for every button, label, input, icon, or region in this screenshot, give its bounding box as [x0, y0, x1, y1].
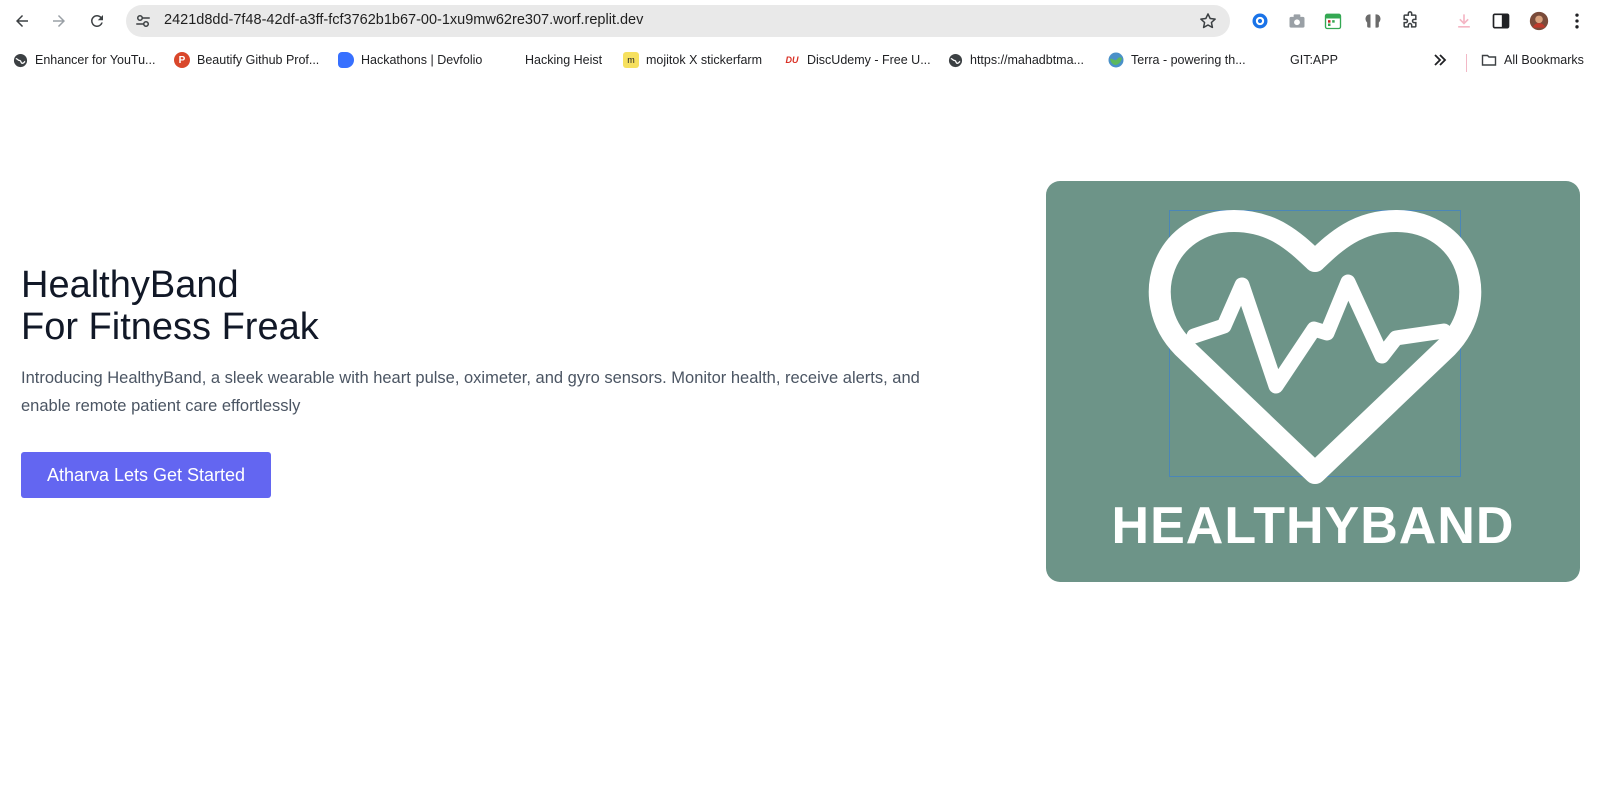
back-button[interactable]: [7, 6, 37, 36]
puzzle-icon[interactable]: [1399, 10, 1421, 32]
circle-dot-icon[interactable]: [1249, 10, 1271, 32]
bookmark-label: Hacking Heist: [525, 53, 603, 67]
chevron-double-right-icon: [1434, 54, 1447, 66]
discudemy-icon: DU: [785, 55, 799, 65]
hero-title-line-2: For Fitness Freak: [21, 306, 319, 348]
bookmarks-bar: Enhancer for YouTu... P Beautify Github …: [0, 42, 1600, 78]
hero-description: Introducing HealthyBand, a sleek wearabl…: [21, 369, 920, 415]
brain-icon[interactable]: [1362, 10, 1384, 32]
globe-icon: [947, 52, 963, 68]
bookmark-label: Hackathons | Devfolio: [361, 53, 483, 67]
bookmark-item[interactable]: Hackathons | Devfolio: [338, 49, 482, 71]
reload-icon: [91, 15, 103, 27]
p-logo-icon: P: [174, 52, 190, 68]
star-icon[interactable]: [1198, 11, 1218, 31]
arrow-left-icon: [16, 15, 28, 27]
bookmark-label: Enhancer for YouTu...: [35, 53, 156, 67]
folder-icon: [1481, 52, 1497, 68]
bookmarks-divider: [1466, 54, 1467, 72]
devfolio-icon: [338, 52, 354, 68]
reload-button[interactable]: [82, 6, 112, 36]
bookmark-label: mojitok X stickerfarm: [646, 53, 762, 67]
kebab-menu-icon[interactable]: [1566, 10, 1588, 32]
bookmark-item[interactable]: GIT:APP: [1290, 49, 1338, 71]
bookmark-item[interactable]: P Beautify Github Prof...: [174, 49, 319, 71]
bookmark-label: Terra - powering th...: [1131, 53, 1246, 67]
bookmark-item[interactable]: Enhancer for YouTu...: [12, 49, 155, 71]
bookmark-label: GIT:APP: [1290, 53, 1338, 67]
bookmark-item[interactable]: Hacking Heist: [525, 49, 602, 71]
terra-icon: [1108, 52, 1124, 68]
hero-title-line-1: HealthyBand: [21, 264, 239, 306]
bookmark-item[interactable]: DU DiscUdemy - Free U...: [784, 49, 931, 71]
forward-button[interactable]: [44, 6, 74, 36]
calendar-icon[interactable]: [1322, 10, 1344, 32]
address-bar[interactable]: 2421d8dd-7f48-42df-a3ff-fcf3762b1b67-00-…: [126, 5, 1230, 37]
mojitok-icon: m: [623, 52, 639, 68]
avatar[interactable]: [1528, 10, 1550, 32]
bookmarks-overflow-button[interactable]: [1432, 49, 1448, 71]
bookmark-item[interactable]: Terra - powering th...: [1108, 49, 1246, 71]
side-panel-icon[interactable]: [1490, 10, 1512, 32]
brand-wordmark: HEALTHYBAND: [1111, 497, 1515, 555]
bookmark-label: https://mahadbtma...: [970, 53, 1084, 67]
get-started-button[interactable]: Atharva Lets Get Started: [21, 452, 271, 498]
hero-image: HEALTHYBAND: [1046, 181, 1580, 582]
bookmark-item[interactable]: https://mahadbtma...: [947, 49, 1084, 71]
all-bookmarks-button[interactable]: All Bookmarks: [1481, 49, 1584, 71]
bookmark-item[interactable]: m mojitok X stickerfarm: [623, 49, 762, 71]
download-icon[interactable]: [1453, 10, 1475, 32]
url-text[interactable]: 2421d8dd-7f48-42df-a3ff-fcf3762b1b67-00-…: [164, 12, 643, 28]
browser-toolbar: 2421d8dd-7f48-42df-a3ff-fcf3762b1b67-00-…: [0, 0, 1600, 42]
all-bookmarks-label: All Bookmarks: [1504, 53, 1584, 67]
bookmark-label: Beautify Github Prof...: [197, 53, 320, 67]
bookmark-label: DiscUdemy - Free U...: [807, 53, 931, 67]
arrow-right-icon: [53, 15, 65, 27]
tune-icon[interactable]: [134, 12, 152, 30]
globe-icon: [12, 52, 28, 68]
camera-icon[interactable]: [1286, 10, 1308, 32]
hero-title: HealthyBand For Fitness Freak: [21, 264, 319, 348]
